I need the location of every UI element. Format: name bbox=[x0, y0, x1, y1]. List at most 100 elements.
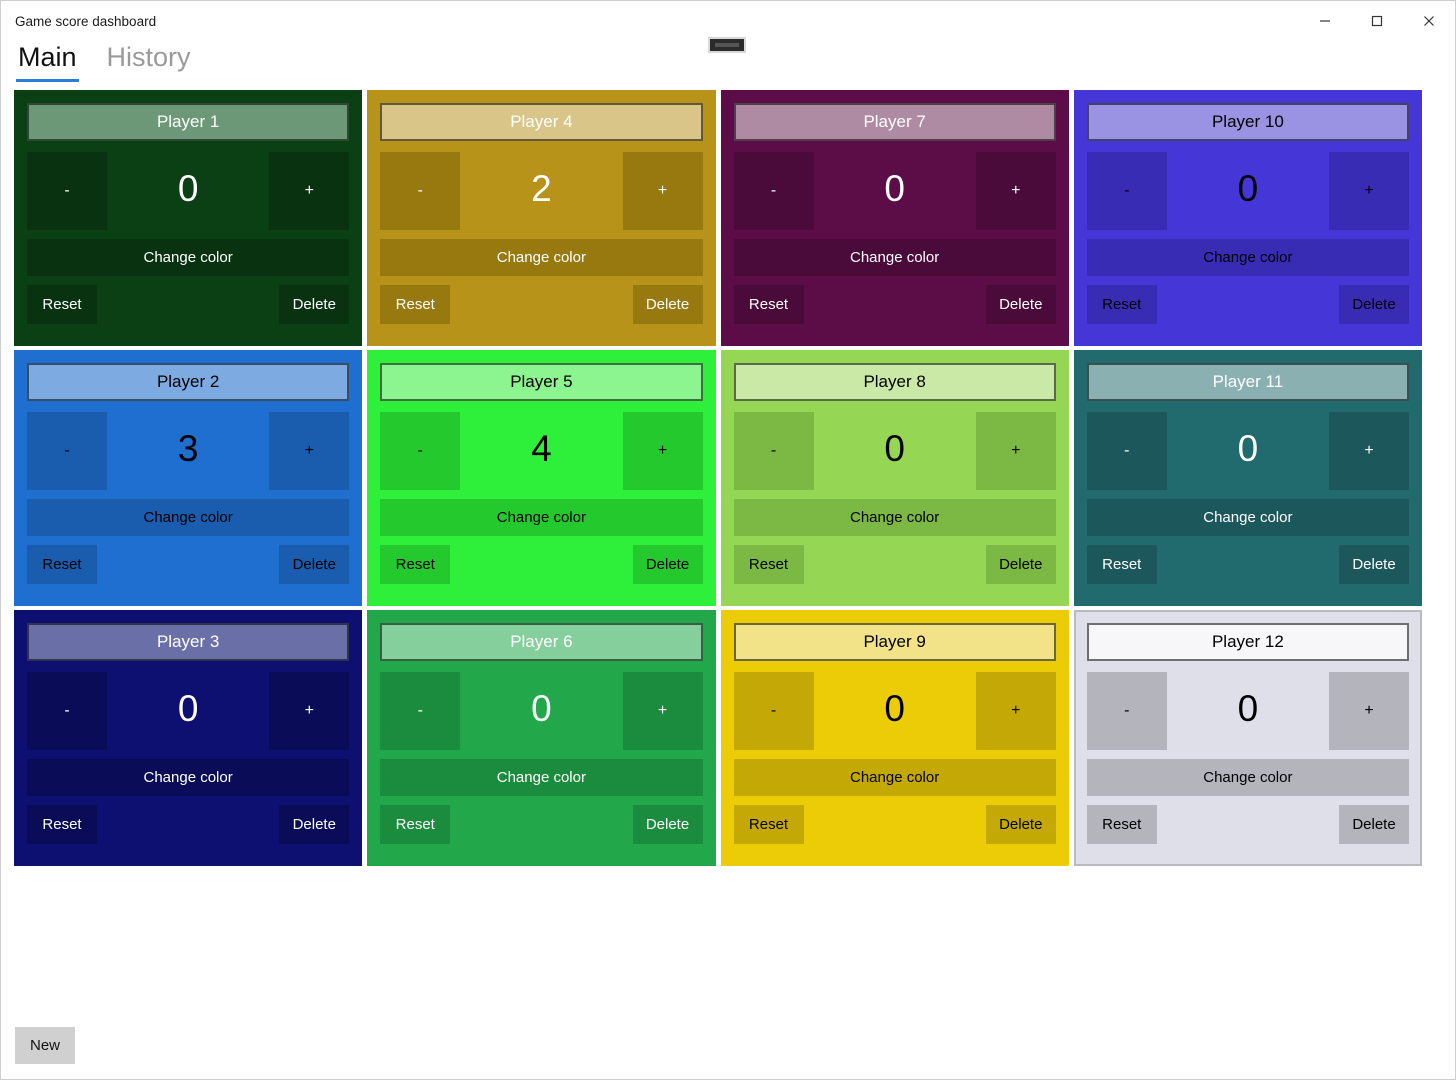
decrement-button[interactable]: - bbox=[1086, 672, 1167, 750]
decrement-button[interactable]: - bbox=[27, 672, 107, 750]
reset-button[interactable]: Reset bbox=[1086, 805, 1157, 844]
window-controls bbox=[1299, 1, 1455, 41]
change-color-button[interactable]: Change color bbox=[27, 239, 350, 276]
reset-button[interactable]: Reset bbox=[1086, 285, 1157, 324]
player-name-field[interactable]: Player 7 bbox=[733, 103, 1056, 141]
delete-button[interactable]: Delete bbox=[279, 285, 350, 324]
reset-button[interactable]: Reset bbox=[27, 545, 97, 584]
change-color-button[interactable]: Change color bbox=[380, 499, 703, 536]
change-color-button[interactable]: Change color bbox=[733, 239, 1056, 276]
player-card: Player 7 - 0 + Change color Reset Delete bbox=[720, 90, 1069, 346]
increment-button[interactable]: + bbox=[1329, 412, 1409, 490]
card-footer: Reset Delete bbox=[380, 285, 703, 324]
player-name-field[interactable]: Player 8 bbox=[733, 363, 1056, 401]
card-footer: Reset Delete bbox=[1086, 545, 1409, 584]
decrement-button[interactable]: - bbox=[1086, 412, 1167, 490]
decrement-button[interactable]: - bbox=[1086, 152, 1167, 230]
score-row: - 0 + bbox=[27, 672, 350, 750]
player-name-field[interactable]: Player 9 bbox=[733, 623, 1056, 661]
delete-button[interactable]: Delete bbox=[632, 285, 703, 324]
delete-button[interactable]: Delete bbox=[1339, 545, 1409, 584]
decrement-button[interactable]: - bbox=[27, 412, 107, 490]
delete-button[interactable]: Delete bbox=[632, 805, 703, 844]
player-name-field[interactable]: Player 2 bbox=[27, 363, 350, 401]
change-color-button[interactable]: Change color bbox=[733, 499, 1056, 536]
increment-button[interactable]: + bbox=[269, 672, 350, 750]
delete-button[interactable]: Delete bbox=[1339, 285, 1409, 324]
reset-button[interactable]: Reset bbox=[1086, 545, 1157, 584]
player-name-field[interactable]: Player 1 bbox=[27, 103, 350, 141]
player-name-field[interactable]: Player 10 bbox=[1086, 103, 1409, 141]
increment-button[interactable]: + bbox=[622, 412, 703, 490]
player-card: Player 12 - 0 + Change color Reset Delete bbox=[1073, 610, 1422, 866]
increment-button[interactable]: + bbox=[975, 672, 1056, 750]
player-name-field[interactable]: Player 6 bbox=[380, 623, 703, 661]
score-row: - 0 + bbox=[380, 672, 703, 750]
player-name-field[interactable]: Player 11 bbox=[1086, 363, 1409, 401]
delete-button[interactable]: Delete bbox=[1339, 805, 1409, 844]
score-row: - 0 + bbox=[1086, 672, 1409, 750]
change-color-button[interactable]: Change color bbox=[1086, 759, 1409, 796]
player-name-field[interactable]: Player 4 bbox=[380, 103, 703, 141]
delete-button[interactable]: Delete bbox=[279, 545, 350, 584]
change-color-button[interactable]: Change color bbox=[380, 239, 703, 276]
player-name-field[interactable]: Player 5 bbox=[380, 363, 703, 401]
tab-history[interactable]: History bbox=[105, 41, 193, 82]
score-row: - 0 + bbox=[27, 152, 350, 230]
reset-button[interactable]: Reset bbox=[380, 805, 451, 844]
delete-button[interactable]: Delete bbox=[632, 545, 703, 584]
card-footer: Reset Delete bbox=[733, 545, 1056, 584]
tab-main[interactable]: Main bbox=[16, 41, 79, 82]
card-footer: Reset Delete bbox=[733, 805, 1056, 844]
score-row: - 2 + bbox=[380, 152, 703, 230]
increment-button[interactable]: + bbox=[622, 152, 703, 230]
delete-button[interactable]: Delete bbox=[985, 545, 1056, 584]
decrement-button[interactable]: - bbox=[733, 672, 814, 750]
reset-button[interactable]: Reset bbox=[733, 285, 804, 324]
increment-button[interactable]: + bbox=[1329, 672, 1409, 750]
decrement-button[interactable]: - bbox=[380, 672, 461, 750]
increment-button[interactable]: + bbox=[975, 152, 1056, 230]
reset-button[interactable]: Reset bbox=[733, 545, 804, 584]
decrement-button[interactable]: - bbox=[380, 412, 461, 490]
delete-button[interactable]: Delete bbox=[985, 285, 1056, 324]
reset-button[interactable]: Reset bbox=[380, 545, 451, 584]
delete-button[interactable]: Delete bbox=[279, 805, 350, 844]
delete-button[interactable]: Delete bbox=[985, 805, 1056, 844]
score-row: - 0 + bbox=[1086, 152, 1409, 230]
change-color-button[interactable]: Change color bbox=[733, 759, 1056, 796]
score-value: 0 bbox=[1237, 687, 1259, 729]
decrement-button[interactable]: - bbox=[380, 152, 461, 230]
change-color-button[interactable]: Change color bbox=[1086, 239, 1409, 276]
score-value: 4 bbox=[531, 427, 552, 469]
reset-button[interactable]: Reset bbox=[27, 285, 97, 324]
change-color-button[interactable]: Change color bbox=[380, 759, 703, 796]
decrement-button[interactable]: - bbox=[733, 152, 814, 230]
maximize-icon[interactable] bbox=[1351, 1, 1403, 41]
card-footer: Reset Delete bbox=[27, 805, 350, 844]
increment-button[interactable]: + bbox=[269, 152, 350, 230]
decrement-button[interactable]: - bbox=[27, 152, 107, 230]
new-player-button[interactable]: New bbox=[15, 1026, 76, 1064]
change-color-button[interactable]: Change color bbox=[1086, 499, 1409, 536]
change-color-button[interactable]: Change color bbox=[27, 759, 350, 796]
player-name-field[interactable]: Player 12 bbox=[1086, 623, 1409, 661]
card-footer: Reset Delete bbox=[380, 805, 703, 844]
increment-button[interactable]: + bbox=[269, 412, 350, 490]
increment-button[interactable]: + bbox=[1329, 152, 1409, 230]
player-card: Player 11 - 0 + Change color Reset Delete bbox=[1073, 350, 1422, 606]
score-row: - 0 + bbox=[733, 412, 1056, 490]
increment-button[interactable]: + bbox=[975, 412, 1056, 490]
reset-button[interactable]: Reset bbox=[733, 805, 804, 844]
increment-button[interactable]: + bbox=[622, 672, 703, 750]
player-name-field[interactable]: Player 3 bbox=[27, 623, 350, 661]
reset-button[interactable]: Reset bbox=[380, 285, 451, 324]
reset-button[interactable]: Reset bbox=[27, 805, 97, 844]
minimize-icon[interactable] bbox=[1299, 1, 1351, 41]
score-row: - 4 + bbox=[380, 412, 703, 490]
card-footer: Reset Delete bbox=[27, 285, 350, 324]
decrement-button[interactable]: - bbox=[733, 412, 814, 490]
close-icon[interactable] bbox=[1403, 1, 1455, 41]
change-color-button[interactable]: Change color bbox=[27, 499, 350, 536]
card-footer: Reset Delete bbox=[733, 285, 1056, 324]
